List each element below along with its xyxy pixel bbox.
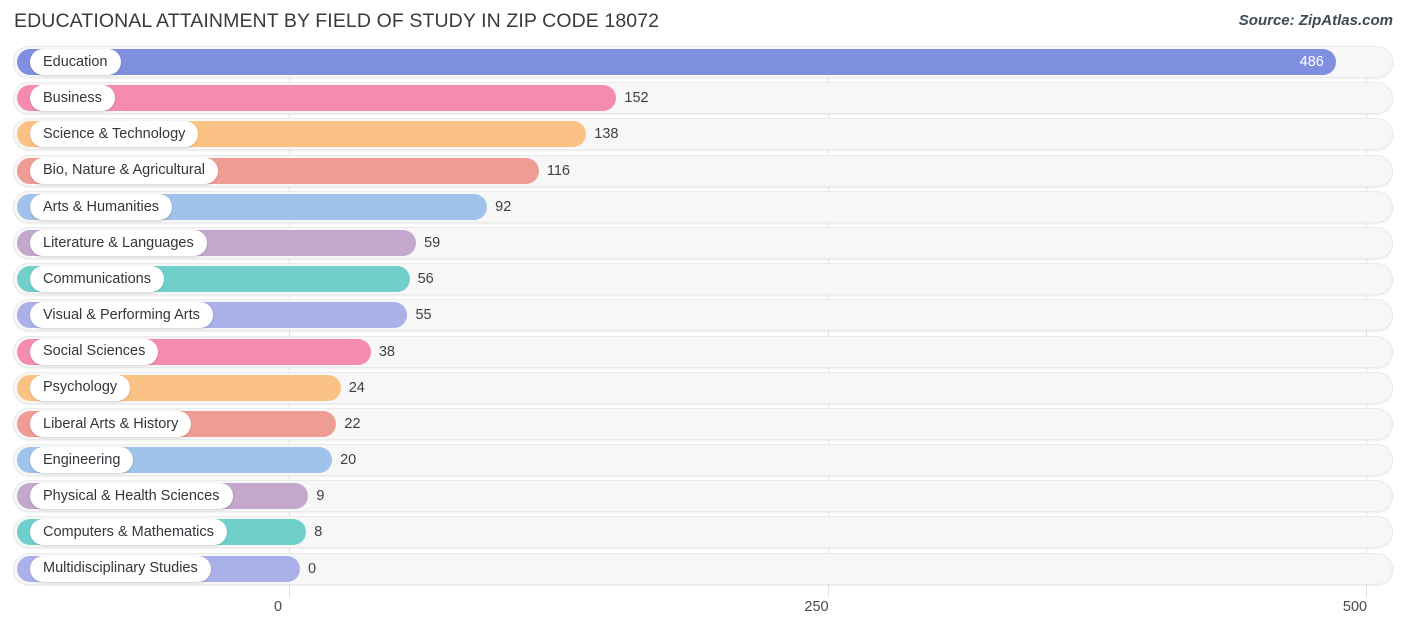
bar-row[interactable]: Visual & Performing Arts 55 xyxy=(0,299,1406,332)
value-label: 486 xyxy=(1299,54,1324,70)
category-label: Physical & Health Sciences xyxy=(43,488,220,504)
category-label-pill: Physical & Health Sciences xyxy=(30,483,233,510)
category-label: Social Sciences xyxy=(43,343,146,360)
value-label: 22 xyxy=(344,415,361,432)
chart-header: EDUCATIONAL ATTAINMENT BY FIELD OF STUDY… xyxy=(0,0,1406,46)
category-label-pill: Bio, Nature & Agricultural xyxy=(30,157,218,184)
x-tick-label: 250 xyxy=(804,599,829,615)
value-label: 116 xyxy=(546,162,570,179)
bar-row[interactable]: Multidisciplinary Studies 0 xyxy=(0,552,1406,585)
bar-row[interactable]: Education 486 xyxy=(0,46,1406,78)
value-label: 8 xyxy=(314,524,323,541)
category-label: Bio, Nature & Agricultural xyxy=(43,162,205,179)
value-label: 9 xyxy=(316,488,325,505)
bar-row[interactable]: Physical & Health Sciences 9 xyxy=(0,480,1406,513)
bar-row[interactable]: Arts & Humanities 92 xyxy=(0,190,1406,223)
category-label-pill: Business xyxy=(30,85,115,112)
category-label-pill: Computers & Mathematics xyxy=(30,519,227,546)
category-label-pill: Science & Technology xyxy=(30,121,199,148)
bar-row[interactable]: Literature & Languages 59 xyxy=(0,226,1406,259)
bar-row[interactable]: Science & Technology 138 xyxy=(0,118,1406,151)
category-label-pill: Communications xyxy=(30,266,164,293)
chart-page: EDUCATIONAL ATTAINMENT BY FIELD OF STUDY… xyxy=(0,0,1406,631)
value-label: 24 xyxy=(348,379,365,396)
value-label: 56 xyxy=(417,271,434,288)
category-label-pill: Education xyxy=(30,49,121,75)
category-label: Arts & Humanities xyxy=(43,198,160,215)
category-label-pill: Social Sciences xyxy=(30,338,159,365)
bar-row[interactable]: Communications 56 xyxy=(0,263,1406,296)
category-label: Multidisciplinary Studies xyxy=(43,560,198,577)
category-label-pill: Arts & Humanities xyxy=(30,193,173,220)
value-label: 38 xyxy=(378,343,395,360)
value-label: 152 xyxy=(624,90,649,107)
x-tick-label: 500 xyxy=(1342,599,1368,615)
category-label: Science & Technology xyxy=(43,126,186,143)
category-label: Computers & Mathematics xyxy=(43,524,214,541)
category-label: Visual & Performing Arts xyxy=(43,307,200,324)
category-label-pill: Multidisciplinary Studies xyxy=(30,555,211,582)
category-label: Communications xyxy=(43,270,151,287)
x-axis: 0 250 500 xyxy=(0,597,1406,631)
value-label: 59 xyxy=(424,234,441,251)
category-label-pill: Engineering xyxy=(30,447,134,474)
category-label-pill: Liberal Arts & History xyxy=(30,410,192,437)
category-label-pill: Visual & Performing Arts xyxy=(30,302,213,329)
bar-row[interactable]: Social Sciences 38 xyxy=(0,335,1406,368)
category-label: Literature & Languages xyxy=(43,234,194,251)
category-label-pill: Literature & Languages xyxy=(30,229,207,256)
value-label: 92 xyxy=(495,198,512,215)
bar-row[interactable]: Liberal Arts & History 22 xyxy=(0,407,1406,440)
value-label: 20 xyxy=(340,452,357,469)
bar-rows: Education 486 Business 152 Science & Technol… xyxy=(0,46,1406,589)
value-label: 138 xyxy=(594,126,619,143)
bar-row[interactable]: Bio, Nature & Agricultural 116 xyxy=(0,154,1406,187)
category-label: Education xyxy=(43,53,108,70)
value-label: 55 xyxy=(415,307,432,324)
page-title: EDUCATIONAL ATTAINMENT BY FIELD OF STUDY… xyxy=(14,10,660,32)
source-attribution: Source: ZipAtlas.com xyxy=(1238,12,1393,29)
x-tick-label: 0 xyxy=(273,599,283,615)
category-label-pill: Psychology xyxy=(30,374,131,401)
category-label: Business xyxy=(43,89,102,106)
category-label: Engineering xyxy=(43,451,121,468)
value-bar[interactable] xyxy=(17,49,1336,75)
bar-row[interactable]: Engineering 20 xyxy=(0,444,1406,477)
bar-row[interactable]: Psychology 24 xyxy=(0,371,1406,404)
category-label: Psychology xyxy=(43,379,118,396)
bar-row[interactable]: Business 152 xyxy=(0,82,1406,115)
bar-row[interactable]: Computers & Mathematics 8 xyxy=(0,516,1406,549)
category-label: Liberal Arts & History xyxy=(43,415,179,432)
plot-area: Education 486 Business 152 Science & Technol… xyxy=(0,46,1406,597)
value-label: 0 xyxy=(308,560,317,577)
